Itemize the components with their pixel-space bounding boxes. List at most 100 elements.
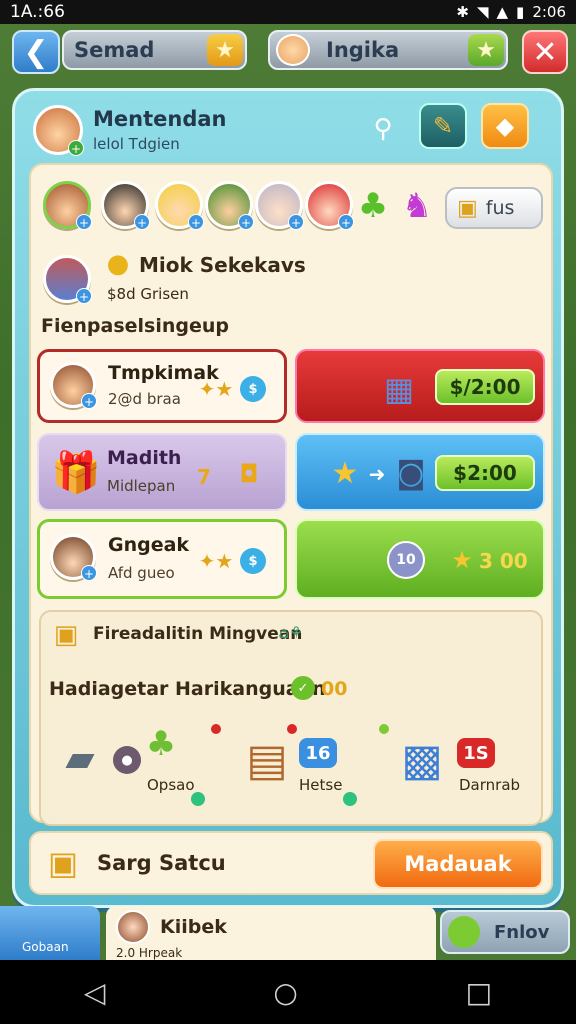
- chest-icon: ▣: [457, 195, 478, 221]
- avatar: +: [43, 255, 92, 304]
- offer-card-2[interactable]: 🎁 Madith Midlepan 7 ◘: [37, 433, 287, 511]
- ticket-icon: ◆: [495, 112, 515, 140]
- offer-sub: Afd gueo: [108, 564, 175, 582]
- battery-icon: ▮: [516, 3, 525, 21]
- dot-indicator: [343, 792, 357, 806]
- back-arrow-icon: ❮: [23, 34, 49, 70]
- offer-price: $2:00: [435, 455, 535, 491]
- arrow-right-icon: ➜: [368, 462, 386, 486]
- friend-sub: 2.0 Hrpeak: [116, 946, 183, 960]
- avatar[interactable]: +: [255, 181, 304, 230]
- avatar[interactable]: +: [305, 181, 354, 230]
- house-icon: ⌂⚘: [278, 622, 304, 642]
- check-icon: ✓: [291, 676, 315, 700]
- bomb-icon: ●: [113, 746, 141, 774]
- close-button[interactable]: ✕: [522, 30, 568, 74]
- tab-ingika[interactable]: Ingika ★: [268, 30, 508, 70]
- signal-icon: ▲: [496, 3, 509, 21]
- status-bar: 1A.:66 ✱ ◥ ▲ ▮ 2:06: [0, 0, 576, 24]
- gem-icon: $: [240, 376, 266, 402]
- tab-ingika-label: Ingika: [326, 38, 400, 62]
- avatar[interactable]: +: [205, 181, 254, 230]
- avatar[interactable]: +: [155, 181, 204, 230]
- main-panel: + Mentendan lelol Tdgien ⚲ ✎ ◆ + + + + +…: [12, 88, 564, 908]
- offer-count: 7: [197, 465, 211, 489]
- avatar[interactable]: +: [43, 181, 92, 230]
- header-name: Mentendan: [93, 107, 227, 131]
- bone-icon[interactable]: ⚲: [363, 111, 403, 147]
- star-icon: ★: [331, 455, 359, 491]
- wifi-icon: ◥: [476, 3, 489, 21]
- recents-square-icon[interactable]: □: [466, 976, 492, 1009]
- plus-icon: +: [81, 565, 97, 581]
- home-circle-icon[interactable]: ○: [273, 976, 297, 1009]
- camera-icon: ◘: [239, 460, 259, 488]
- tag-icon: ✎: [432, 112, 454, 140]
- avatar[interactable]: +: [33, 105, 84, 156]
- gem-icon: $: [240, 548, 266, 574]
- fus-label: fus: [485, 197, 515, 219]
- rewards-panel: ▣ Fireadalitin Mingvean ⌂⚘ Hadiagetar Ha…: [39, 610, 543, 826]
- offer-name: Madith: [107, 447, 182, 469]
- bluetooth-icon: ✱: [456, 3, 469, 21]
- friend-card[interactable]: Kiibek 2.0 Hrpeak: [106, 906, 436, 960]
- avatar: [276, 34, 310, 66]
- camera-icon: ◙: [396, 455, 426, 491]
- footer-row: ▣ Sarg Satcu Madauak: [29, 831, 553, 895]
- offer-buy-1[interactable]: ▦ $/2:00: [295, 349, 545, 423]
- stars-icon: ✦★: [198, 377, 234, 401]
- tab-semad[interactable]: Semad ★: [62, 30, 247, 70]
- offer-sub: Midlepan: [107, 477, 176, 495]
- right-tab[interactable]: Fnlov: [440, 910, 570, 954]
- rewards-subtitle-value: 00: [321, 678, 348, 700]
- plus-icon: +: [188, 214, 204, 230]
- plus-icon: +: [238, 214, 254, 230]
- reward-badge: 1S: [457, 738, 495, 768]
- plus-icon: +: [68, 140, 84, 156]
- back-button[interactable]: ❮: [12, 30, 60, 74]
- offer-card-3[interactable]: + Gngeak Afd gueo ✦★ $: [37, 519, 287, 599]
- action-button[interactable]: Madauak: [373, 839, 543, 889]
- avatar: +: [50, 534, 97, 581]
- reward-badge: 16: [299, 738, 337, 768]
- offer-price: $/2:00: [435, 369, 535, 405]
- offer-buy-2[interactable]: ★ ➜ ◙ $2:00: [295, 433, 545, 511]
- offer-name: Gngeak: [108, 534, 190, 556]
- back-triangle-icon[interactable]: ◁: [84, 976, 106, 1009]
- reward-item-label: Hetse: [299, 776, 343, 794]
- offer-buy-3[interactable]: 10 ★ 3 00: [295, 519, 545, 599]
- bottom-strip: Gobaan Kiibek 2.0 Hrpeak Fnlov: [0, 906, 576, 960]
- plant-icon[interactable]: ♣: [353, 181, 393, 231]
- lamp-icon: ▩: [401, 734, 443, 786]
- avatar: [116, 910, 150, 944]
- token-icon: 10: [387, 541, 425, 579]
- plus-icon: +: [76, 288, 92, 304]
- fus-button[interactable]: ▣ fus: [445, 187, 543, 229]
- rewards-title: Fireadalitin Mingvean: [93, 624, 303, 644]
- plant-icon: ♣: [145, 724, 177, 764]
- tag-button[interactable]: ✎: [419, 103, 467, 149]
- treasure-chest-icon: ▦: [383, 370, 415, 408]
- right-tab-label: Fnlov: [494, 922, 550, 943]
- reward-item-label: Opsao: [147, 776, 195, 794]
- status-time-right: 2:06: [532, 3, 566, 21]
- tab-semad-label: Semad: [74, 38, 155, 62]
- content-area: + + + + + + ♣ ♞ ▣ fus + ● Miok Sekekavs …: [29, 163, 553, 826]
- top-bar: ❮ Semad ★ Ingika ★ ✕: [0, 24, 576, 80]
- plus-icon: +: [134, 214, 150, 230]
- gift-icon: 🎁: [51, 449, 101, 496]
- stars-icon: ✦★: [198, 549, 234, 573]
- offer-card-1[interactable]: + Tmpkimak 2@d braa ✦★ $: [37, 349, 287, 423]
- player-sub: $8d Grisen: [107, 285, 189, 303]
- avatar[interactable]: +: [101, 181, 150, 230]
- left-tab[interactable]: Gobaan: [0, 906, 100, 960]
- ticket-button[interactable]: ◆: [481, 103, 529, 149]
- cat-icon[interactable]: ♞: [395, 181, 439, 231]
- footer-label: Sarg Satcu: [97, 851, 226, 875]
- dot-indicator: [211, 724, 221, 734]
- status-icons: ✱ ◥ ▲ ▮ 2:06: [456, 3, 566, 21]
- star-icon: ★: [451, 546, 473, 574]
- offer-sub: 2@d braa: [108, 390, 181, 408]
- star-icon: ★: [468, 34, 504, 66]
- reward-item-label: Darnrab: [459, 776, 521, 794]
